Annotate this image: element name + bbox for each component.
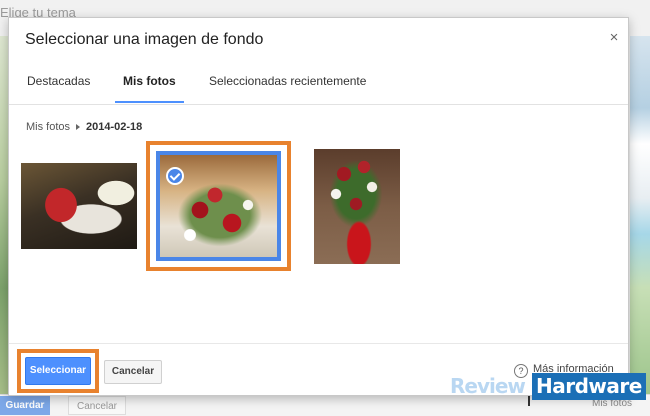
tab-mis-fotos[interactable]: Mis fotos bbox=[115, 73, 184, 103]
tab-recientes[interactable]: Seleccionadas recientemente bbox=[209, 73, 366, 103]
breadcrumb-current: 2014-02-18 bbox=[86, 121, 143, 133]
close-icon[interactable]: × bbox=[606, 30, 622, 46]
photo-thumbnail-1[interactable] bbox=[21, 163, 137, 249]
background-cancel-button[interactable]: Cancelar bbox=[68, 396, 126, 415]
photo-thumbnail-3[interactable] bbox=[314, 149, 400, 264]
select-button[interactable]: Seleccionar bbox=[25, 357, 91, 385]
cancel-button[interactable]: Cancelar bbox=[104, 360, 162, 384]
save-button[interactable]: Guardar bbox=[0, 396, 50, 415]
tab-bar: Destacadas Mis fotos Seleccionadas recie… bbox=[9, 66, 628, 105]
watermark-hardware: Hardware bbox=[532, 373, 646, 400]
tab-destacadas[interactable]: Destacadas bbox=[27, 73, 90, 103]
theme-preview-left bbox=[0, 36, 8, 396]
dialog-title: Seleccionar una imagen de fondo bbox=[25, 31, 264, 48]
watermark-review: Review bbox=[450, 374, 526, 398]
select-background-dialog: Seleccionar una imagen de fondo × Destac… bbox=[8, 17, 629, 396]
breadcrumb-root[interactable]: Mis fotos bbox=[26, 121, 70, 133]
chevron-right-icon bbox=[76, 123, 81, 130]
breadcrumb: Mis fotos 2014-02-18 bbox=[26, 121, 142, 133]
checkmark-icon bbox=[166, 167, 184, 185]
theme-preview-right bbox=[630, 36, 650, 396]
